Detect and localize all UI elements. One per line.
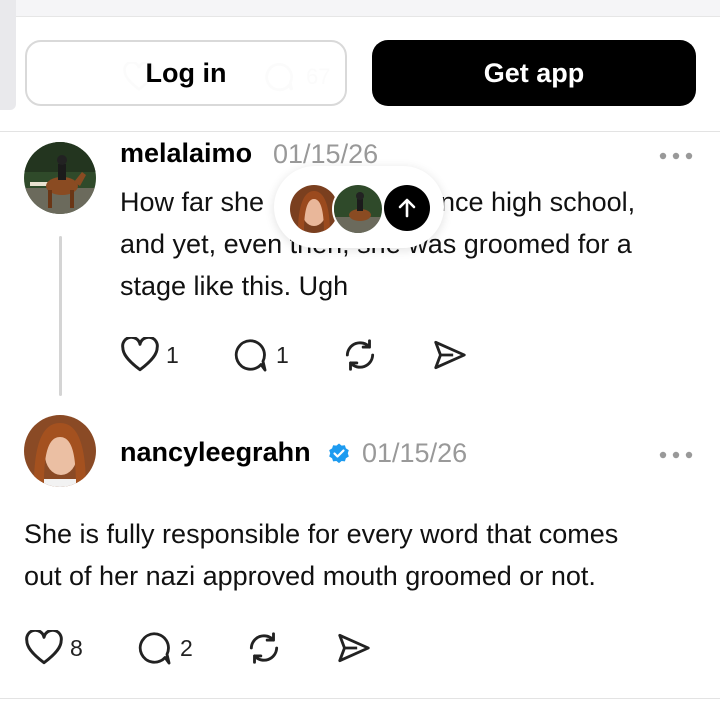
avatar[interactable] — [24, 142, 96, 214]
username[interactable]: nancyleegrahn — [120, 437, 311, 468]
post-text-line: She is fully responsible for every word … — [24, 519, 619, 549]
post-date[interactable]: 01/15/26 — [362, 438, 467, 469]
more-options-button[interactable] — [658, 144, 694, 167]
heart-icon — [121, 337, 159, 372]
verified-badge-icon — [329, 443, 349, 464]
share-button[interactable] — [334, 629, 374, 667]
comment-icon — [234, 339, 267, 372]
send-icon — [338, 633, 370, 663]
share-button[interactable] — [430, 336, 470, 374]
send-icon — [434, 340, 466, 370]
post-text-line: How far she — [120, 187, 265, 217]
username[interactable]: melalaimo — [120, 138, 252, 169]
new-posts-popup[interactable] — [274, 166, 444, 248]
repost-icon — [249, 632, 279, 664]
horse-rider-avatar-icon — [334, 185, 382, 233]
reply-count: 1 — [276, 341, 289, 368]
repost-button[interactable] — [340, 336, 380, 374]
woman-portrait-avatar-icon — [290, 185, 338, 233]
post-text-line: out of her nazi approved mouth groomed o… — [24, 561, 596, 591]
more-icon — [659, 152, 693, 160]
reply-button[interactable]: 2 — [134, 629, 193, 667]
post-text-line: stage like this. Ugh — [120, 271, 349, 301]
post-text-line: ince high school, — [434, 187, 636, 217]
avatar[interactable] — [24, 415, 96, 487]
like-count: 8 — [70, 634, 83, 661]
divider — [0, 131, 720, 132]
repost-button[interactable] — [244, 629, 284, 667]
popup-avatar — [332, 183, 384, 235]
horse-rider-avatar-icon — [24, 142, 96, 214]
comment-icon — [138, 632, 171, 665]
reply-button[interactable]: 1 — [230, 336, 289, 374]
arrow-up-icon — [398, 198, 416, 218]
repost-icon — [345, 339, 375, 371]
get-app-button[interactable]: Get app — [372, 40, 696, 106]
reply-count: 2 — [180, 634, 193, 661]
like-button[interactable]: 1 — [120, 337, 179, 373]
woman-portrait-avatar-icon — [24, 415, 96, 487]
like-button[interactable]: 8 — [24, 630, 83, 666]
like-count: 1 — [166, 341, 179, 368]
more-options-button[interactable] — [658, 443, 694, 466]
side-panel-edge — [0, 0, 16, 110]
scroll-up-button[interactable] — [384, 185, 430, 231]
top-bar — [0, 0, 720, 17]
thread-line — [59, 236, 62, 396]
heart-icon — [25, 630, 63, 665]
login-button[interactable]: Log in — [25, 40, 347, 106]
more-icon — [659, 451, 693, 459]
divider — [0, 698, 720, 699]
